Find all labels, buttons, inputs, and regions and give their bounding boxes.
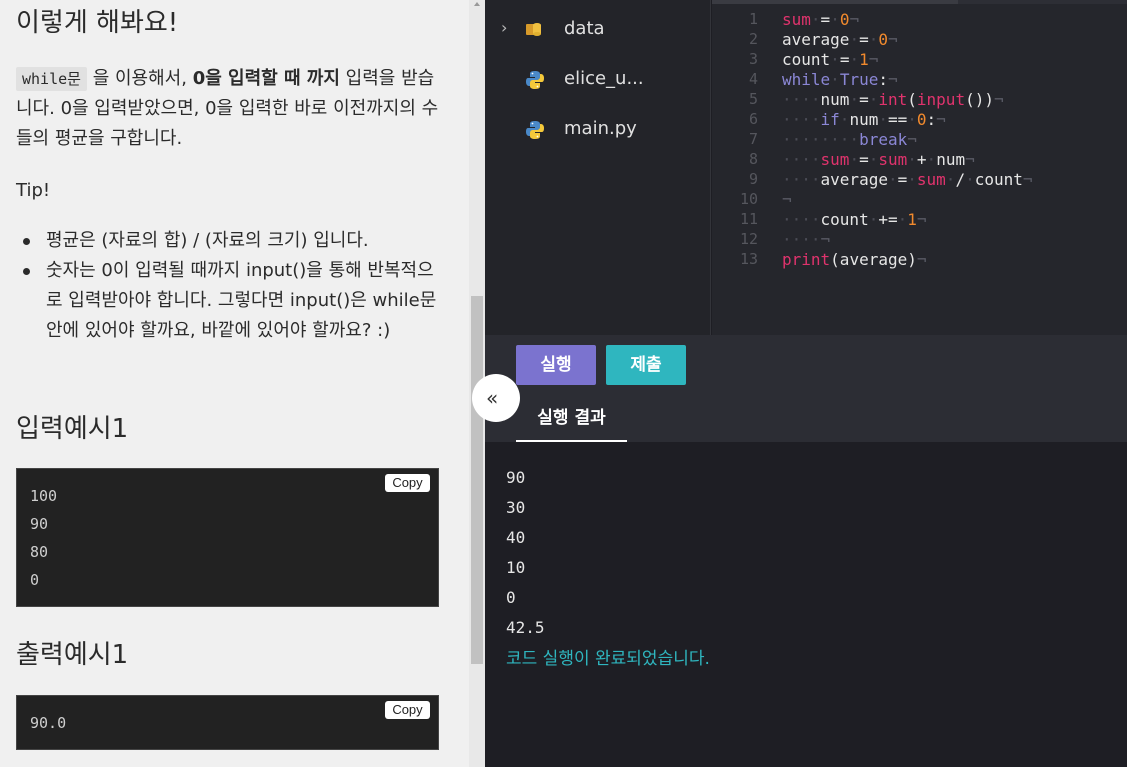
editor-toolbar: 실행 제출: [485, 335, 1127, 395]
output-line: 10: [506, 558, 526, 577]
line-number: 5: [748, 90, 758, 108]
chevron-right-icon[interactable]: ›: [501, 18, 507, 37]
code-line: ¬: [782, 190, 792, 209]
output-example-title: 출력예시1: [16, 640, 129, 670]
line-number: 9: [748, 170, 758, 188]
tip-label: Tip!: [16, 180, 51, 201]
tip-item: 숫자는 0이 입력될 때까지 input()을 통해 반복적으로 입력받아야 합…: [23, 256, 441, 346]
line-number: 3: [748, 50, 758, 68]
line-number: 6: [748, 110, 758, 128]
instruction-paragraph: while문 을 이용해서, 0을 입력할 때 까지 입력을 받습니다. 0을 …: [16, 64, 441, 154]
editor-panel: › data elice_u... main.py 1 2 3 4 5 6 7 …: [485, 0, 1127, 767]
output-line: 30: [506, 498, 526, 517]
code-line: while·True:¬: [782, 70, 898, 89]
submit-button[interactable]: 제출: [606, 345, 686, 385]
code-line: ····¬: [782, 230, 831, 249]
tip-item: 평균은 (자료의 합) / (자료의 크기) 입니다.: [23, 226, 441, 256]
tab-run-result[interactable]: 실행 결과: [516, 395, 627, 442]
code-line: sum·=·0¬: [782, 10, 860, 29]
output-line: 90: [506, 468, 526, 487]
file-name: data: [564, 18, 605, 39]
code-line: ········break¬: [782, 130, 917, 149]
file-name: main.py: [564, 118, 637, 139]
line-number: 4: [748, 70, 758, 88]
line-number: 10: [739, 190, 758, 208]
database-folder-icon: [526, 23, 541, 36]
python-icon: [526, 71, 544, 89]
scroll-up-arrow-icon[interactable]: [474, 2, 480, 6]
code-line: ····num·=·int(input())¬: [782, 90, 1004, 109]
scrollbar-thumb[interactable]: [471, 296, 483, 664]
file-name: elice_u...: [564, 68, 644, 89]
tip-list: 평균은 (자료의 합) / (자료의 크기) 입니다. 숫자는 0이 입력될 때…: [23, 226, 441, 346]
code-line: 0: [30, 571, 40, 589]
copy-button[interactable]: Copy: [385, 474, 430, 492]
inline-code: while문: [16, 67, 87, 91]
code-line: 100: [30, 487, 58, 505]
output-example-box: Copy 90.0: [16, 695, 439, 750]
input-example-box: Copy 100 90 80 0: [16, 468, 439, 607]
line-number: 1: [748, 10, 758, 28]
output-console: 90 30 40 10 0 42.5 코드 실행이 완료되었습니다.: [485, 442, 1127, 767]
code-line: count·=·1¬: [782, 50, 879, 69]
python-icon: [526, 121, 544, 139]
collapse-panel-button[interactable]: «: [472, 374, 520, 422]
instruction-bold: 0을 입력할 때 까지: [192, 68, 340, 89]
output-line: 42.5: [506, 618, 545, 637]
file-item-main-py[interactable]: main.py: [485, 110, 711, 150]
code-line: average·=·0¬: [782, 30, 898, 49]
code-line: print(average)¬: [782, 250, 927, 269]
input-example-title: 입력예시1: [16, 414, 129, 444]
code-line: ····count·+=·1¬: [782, 210, 927, 229]
line-number: 11: [739, 210, 758, 228]
line-number: 7: [748, 130, 758, 148]
line-number: 8: [748, 150, 758, 168]
output-status: 코드 실행이 완료되었습니다.: [506, 649, 710, 669]
line-number: 13: [739, 250, 758, 268]
line-number: 12: [739, 230, 758, 248]
code-line: ····average·=·sum·/·count¬: [782, 170, 1033, 189]
run-button[interactable]: 실행: [516, 345, 596, 385]
instruction-panel: 이렇게 해봐요! while문 을 이용해서, 0을 입력할 때 까지 입력을 …: [0, 0, 469, 767]
copy-button[interactable]: Copy: [385, 701, 430, 719]
editor-tab-strip: [712, 0, 1127, 4]
code-line: 90: [30, 515, 49, 533]
line-number: 2: [748, 30, 758, 48]
code-editor[interactable]: 1 2 3 4 5 6 7 8 9 10 11 12 13 sum·=·0¬ a…: [712, 0, 1127, 335]
file-item-data[interactable]: › data: [485, 10, 711, 50]
result-tab-bar: 실행 결과: [485, 395, 1127, 442]
file-item-elice-u[interactable]: elice_u...: [485, 60, 711, 100]
output-line: 40: [506, 528, 526, 547]
code-line: ····sum·=·sum·+·num¬: [782, 150, 975, 169]
code-line: 80: [30, 543, 49, 561]
page-title: 이렇게 해봐요!: [16, 8, 179, 38]
code-line: 90.0: [30, 714, 67, 732]
instruction-text-1: 을 이용해서,: [92, 68, 187, 89]
file-tree: › data elice_u... main.py: [485, 0, 711, 335]
output-line: 0: [506, 588, 516, 607]
code-line: ····if·num·==·0:¬: [782, 110, 946, 129]
